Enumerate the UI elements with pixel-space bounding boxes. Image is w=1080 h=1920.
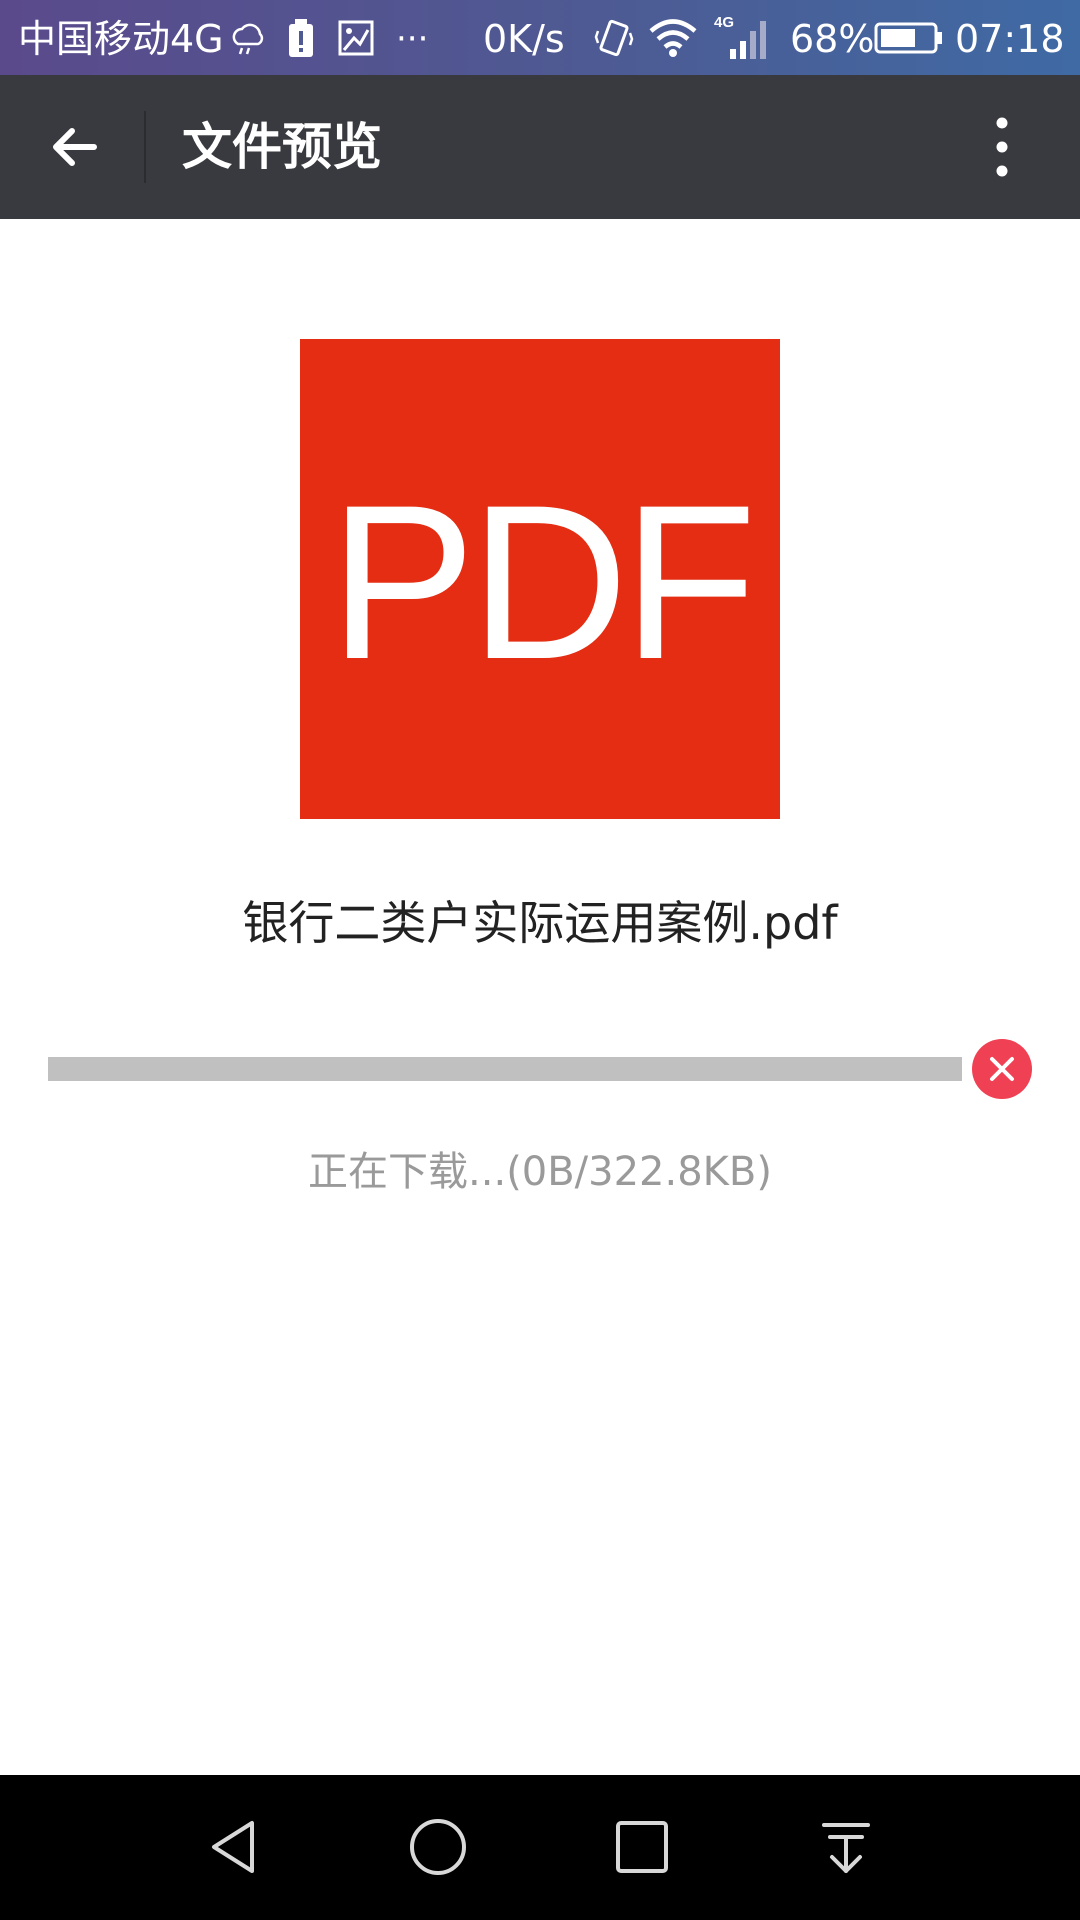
more-options-button[interactable] — [952, 97, 1052, 197]
back-triangle-icon — [212, 1821, 254, 1873]
file-name: 银行二类户实际运用案例.pdf — [242, 896, 838, 950]
nav-back-button[interactable] — [184, 1797, 284, 1897]
recents-square-icon — [616, 1821, 668, 1873]
battery-icon — [874, 0, 944, 75]
back-button[interactable] — [24, 97, 124, 197]
cancel-download-button[interactable] — [972, 1039, 1032, 1099]
signal-icon: 4G — [712, 0, 774, 75]
download-progress-bar — [48, 1057, 962, 1081]
home-circle-icon — [410, 1819, 466, 1875]
close-icon — [990, 1057, 1014, 1081]
clock: 07:18 — [955, 17, 1065, 61]
download-status-text: 正在下载...(0B/322.8KB) — [308, 1149, 772, 1195]
page-title: 文件预览 — [182, 118, 382, 176]
overflow-indicator: ··· — [396, 19, 429, 59]
pdf-file-icon: PDF — [300, 339, 780, 819]
network-speed: 0K/s — [483, 17, 565, 61]
nav-recents-button[interactable] — [592, 1797, 692, 1897]
battery-percent: 68% — [790, 17, 875, 61]
carrier-name: 中国移动4G — [18, 17, 224, 61]
app-bar: 文件预览 — [0, 75, 1080, 219]
vibrate-icon — [594, 0, 634, 75]
nav-home-button[interactable] — [388, 1797, 488, 1897]
status-bar: 中国移动4G ··· 0K/s 4G 68% 07:18 — [0, 0, 1080, 75]
notification-pulldown-icon — [822, 1823, 870, 1873]
more-vertical-icon — [996, 117, 1008, 177]
image-icon — [336, 0, 376, 75]
nav-notification-button[interactable] — [796, 1797, 896, 1897]
navigation-bar — [0, 1775, 1080, 1920]
app-bar-divider — [144, 111, 146, 183]
network-type-label: 4G — [714, 14, 734, 31]
wifi-icon — [648, 0, 698, 75]
file-type-label: PDF — [329, 459, 757, 705]
battery-alert-icon — [284, 0, 318, 75]
arrow-left-icon — [53, 128, 97, 166]
file-preview-content: PDF 银行二类户实际运用案例.pdf 正在下载...(0B/322.8KB) — [0, 219, 1080, 1775]
weather-icon — [228, 0, 268, 75]
